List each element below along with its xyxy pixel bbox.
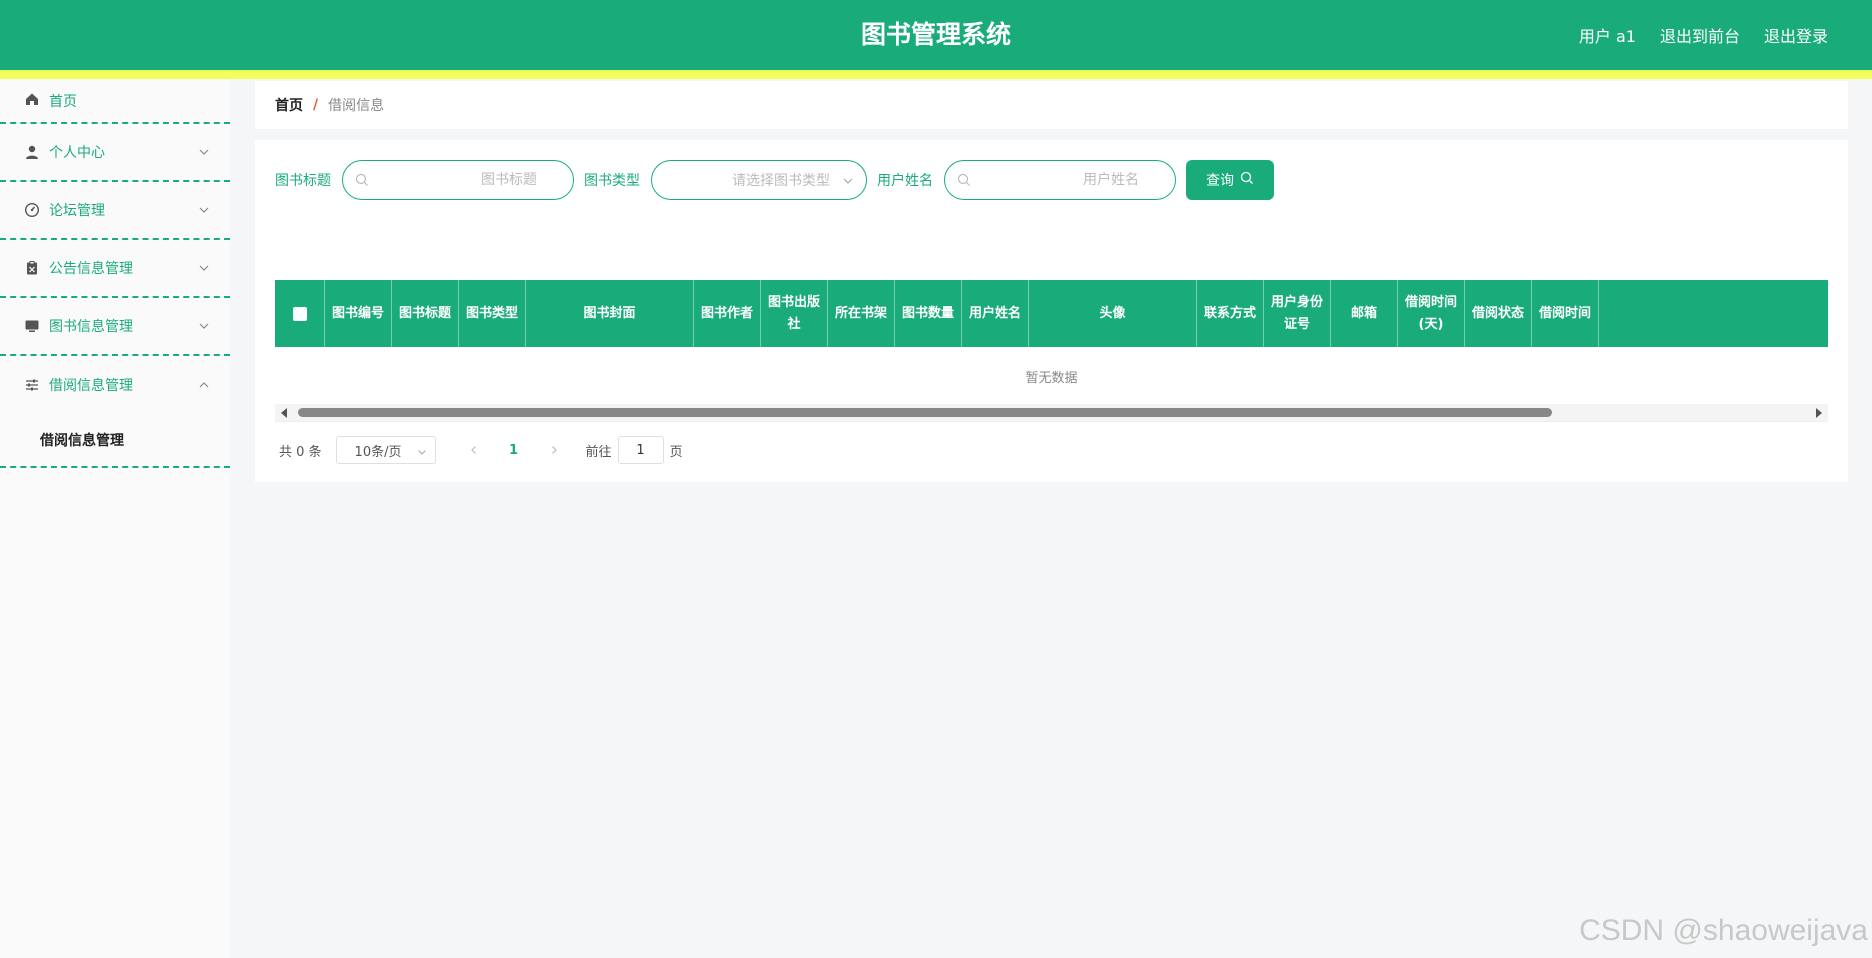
chevron-down-icon: [198, 204, 210, 216]
breadcrumb-home[interactable]: 首页: [275, 95, 303, 115]
chevron-down-icon: [198, 146, 210, 158]
page-number-current[interactable]: 1: [494, 436, 534, 464]
chevron-up-icon: [198, 379, 210, 391]
sidebar-item-borrowing[interactable]: 借阅信息管理: [0, 356, 230, 414]
scrollbar-thumb[interactable]: [298, 408, 1552, 417]
borrow-table: 图书编号 图书标题 图书类型 图书封面 图书作者 图书出版社 所在书架 图书数量 用户姓名 头像联…: [275, 280, 1828, 422]
logout-link[interactable]: 退出登录: [1764, 23, 1828, 47]
watermark: CSDN @shaoweijava: [1579, 914, 1868, 947]
user-icon: [24, 144, 40, 160]
column-header: 借阅时间(天): [1398, 280, 1465, 347]
breadcrumb: 首页 / 借阅信息: [255, 81, 1848, 129]
breadcrumb-separator: /: [313, 97, 319, 113]
header-accent-stripe: [0, 70, 1872, 79]
chevron-down-icon: [417, 446, 427, 456]
sidebar-item-personal-center[interactable]: 个人中心: [0, 124, 230, 182]
query-button-label: 查询: [1206, 173, 1234, 189]
page-size-select[interactable]: 10条/页: [335, 436, 436, 464]
goto-page-input[interactable]: [617, 436, 664, 464]
next-page-button[interactable]: [534, 436, 574, 464]
sidebar-item-label: 借阅信息管理: [49, 378, 133, 394]
scroll-right-arrow[interactable]: [1816, 408, 1822, 418]
search-icon: [1240, 171, 1254, 189]
column-header: 邮箱: [1331, 280, 1398, 347]
header-links: 用户 a1 退出到前台 退出登录: [1579, 0, 1828, 70]
column-header: 图书数量: [895, 280, 962, 347]
sidebar-item-label: 图书信息管理: [49, 319, 133, 335]
column-header: 图书封面: [526, 280, 694, 347]
query-button[interactable]: 查询: [1186, 160, 1274, 200]
chevron-down-icon: [198, 262, 210, 274]
column-header: 用户姓名: [962, 280, 1029, 347]
horizontal-scrollbar[interactable]: [275, 404, 1828, 421]
pagination: 共 0 条 10条/页 1 前往 页: [279, 436, 683, 464]
page-size-value: 10条/页: [354, 444, 402, 460]
book-type-placeholder: 请选择图书类型: [732, 173, 830, 189]
column-header: 借阅时间: [1532, 280, 1599, 347]
column-header: 借阅状态: [1465, 280, 1532, 347]
scroll-left-arrow[interactable]: [281, 408, 287, 418]
select-all-checkbox[interactable]: [292, 306, 307, 321]
sidebar-item-forum[interactable]: 论坛管理: [0, 182, 230, 240]
goto-label: 前往: [585, 444, 612, 460]
user-name-search-field[interactable]: [944, 160, 1176, 200]
page-suffix-label: 页: [669, 444, 683, 460]
sidebar-item-home[interactable]: 首页: [0, 79, 230, 124]
sidebar: 首页 个人中心 论坛管理 公告信息管理 图书信息管理 借阅信息管理 借阅信息管理: [0, 79, 230, 958]
search-icon: [957, 173, 971, 187]
column-header: 图书类型: [459, 280, 526, 347]
home-icon: [24, 91, 40, 107]
column-header: 所在书架: [828, 280, 895, 347]
monitor-icon: [24, 318, 40, 334]
sidebar-item-label: 个人中心: [49, 145, 105, 161]
total-count: 共 0 条: [279, 444, 322, 460]
select-all-checkbox-cell: [275, 280, 325, 347]
book-type-select[interactable]: 请选择图书类型: [651, 160, 867, 200]
book-type-label: 图书类型: [584, 173, 640, 189]
column-header: 图书出版社: [761, 280, 828, 347]
user-account-link[interactable]: 用户 a1: [1579, 23, 1636, 47]
submenu-item-borrowing-management[interactable]: 借阅信息管理: [0, 414, 230, 468]
sidebar-item-books[interactable]: 图书信息管理: [0, 298, 230, 356]
user-name-input[interactable]: [979, 172, 1139, 188]
search-icon: [355, 173, 369, 187]
back-to-front-link[interactable]: 退出到前台: [1660, 23, 1740, 47]
main-content-card: 图书标题 图书类型 请选择图书类型 用户姓名 查询: [255, 140, 1848, 482]
breadcrumb-current: 借阅信息: [328, 98, 385, 114]
table-header: 图书编号 图书标题 图书类型 图书封面 图书作者 图书出版社 所在书架 图书数量 用户姓名 头像联…: [275, 280, 1828, 347]
book-title-label: 图书标题: [275, 173, 331, 189]
column-header: 图书作者: [694, 280, 761, 347]
clipboard-icon: [24, 260, 40, 276]
chevron-down-icon: [198, 320, 210, 332]
sidebar-item-label: 首页: [49, 94, 77, 110]
forum-icon: [24, 202, 40, 218]
book-title-search-field[interactable]: [342, 160, 574, 200]
search-form: 图书标题 图书类型 请选择图书类型 用户姓名 查询: [275, 160, 1274, 200]
prev-page-button[interactable]: [454, 436, 494, 464]
sidebar-item-label: 论坛管理: [49, 203, 105, 219]
column-header: 图书编号: [325, 280, 392, 347]
empty-state: 暂无数据: [1025, 370, 1078, 386]
sidebar-item-label: 公告信息管理: [49, 261, 133, 277]
sliders-icon: [24, 377, 40, 393]
book-title-input[interactable]: [377, 172, 537, 188]
column-header: 头像: [1029, 280, 1197, 347]
user-name-label: 用户姓名: [877, 173, 933, 189]
chevron-down-icon: [842, 175, 854, 187]
column-header: 图书标题: [392, 280, 459, 347]
sidebar-item-announcements[interactable]: 公告信息管理: [0, 240, 230, 298]
column-header: 用户身份证号: [1264, 280, 1331, 347]
column-header: 联系方式: [1197, 280, 1264, 347]
